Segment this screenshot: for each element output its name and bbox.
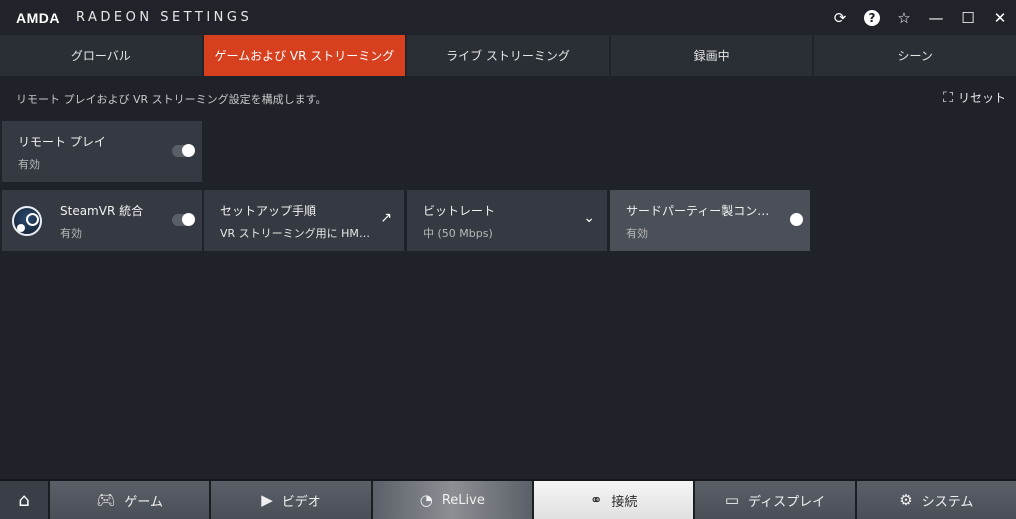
amd-logo: AMDA bbox=[16, 10, 60, 26]
app-title: RADEON SETTINGS bbox=[76, 10, 253, 25]
connect-icon: ⚭ bbox=[589, 491, 603, 509]
steamvr-label: SteamVR 統合 bbox=[60, 204, 144, 218]
reset-icon: ⛶ bbox=[943, 89, 953, 106]
steamvr-value: 有効 bbox=[60, 227, 82, 240]
title-bar: AMDA RADEON SETTINGS ⟳ ? ☆ — ☐ ✕ bbox=[0, 0, 1016, 35]
reset-button[interactable]: ⛶ リセット bbox=[943, 89, 1006, 106]
tab-gaming-vr-streaming[interactable]: ゲームおよび VR ストリーミング bbox=[203, 35, 406, 76]
nav-system-label: システム bbox=[921, 494, 974, 510]
remote-play-label: リモート プレイ bbox=[18, 135, 106, 149]
nav-system[interactable]: ⚙ システム bbox=[856, 481, 1016, 519]
third-party-label: サードパーティー製コントローラー… bbox=[626, 204, 774, 218]
chevron-down-icon: ⌄ bbox=[583, 210, 595, 226]
nav-display-label: ディスプレイ bbox=[748, 494, 826, 510]
bitrate-value: 中 (50 Mbps) bbox=[423, 227, 493, 240]
page-description: リモート プレイおよび VR ストリーミング設定を構成します。 bbox=[16, 93, 327, 106]
third-party-value: 有効 bbox=[626, 227, 648, 240]
play-icon: ▶ bbox=[261, 491, 273, 509]
remote-play-value: 有効 bbox=[18, 158, 40, 171]
update-icon[interactable]: ⟳ bbox=[824, 2, 856, 34]
nav-games-label: ゲーム bbox=[124, 494, 163, 510]
bitrate-label: ビットレート bbox=[423, 204, 496, 218]
nav-display[interactable]: ▭ ディスプレイ bbox=[695, 481, 855, 519]
nav-connect-label: 接続 bbox=[611, 494, 638, 510]
nav-video[interactable]: ▶ ビデオ bbox=[211, 481, 371, 519]
bottom-navigation: ⌂ 🎮︎ ゲーム ▶ ビデオ ◔ ReLive ⚭ 接続 ▭ ディスプレイ ⚙ … bbox=[0, 479, 1016, 519]
third-party-controller-card[interactable]: サードパーティー製コントローラー… 有効 bbox=[610, 190, 810, 251]
steamvr-toggle[interactable] bbox=[172, 213, 195, 226]
nav-relive-label: ReLive bbox=[441, 492, 485, 508]
close-icon[interactable]: ✕ bbox=[984, 2, 1016, 34]
nav-video-label: ビデオ bbox=[281, 494, 321, 510]
setup-value: VR ストリーミング用に HMD を… bbox=[220, 227, 370, 240]
relive-icon: ◔ bbox=[419, 491, 433, 509]
external-link-icon: ↗ bbox=[380, 210, 392, 226]
tab-live-streaming[interactable]: ライブ ストリーミング bbox=[407, 35, 609, 76]
gamepad-icon: 🎮︎ bbox=[96, 491, 116, 509]
bitrate-card[interactable]: ビットレート 中 (50 Mbps) ⌄ bbox=[407, 190, 607, 251]
tab-recording[interactable]: 録画中 bbox=[610, 35, 813, 76]
amd-logo-text: AMDA bbox=[16, 9, 60, 26]
nav-games[interactable]: 🎮︎ ゲーム bbox=[50, 481, 210, 519]
display-icon: ▭ bbox=[724, 491, 740, 509]
minimize-icon[interactable]: — bbox=[920, 2, 952, 34]
help-icon[interactable]: ? bbox=[856, 2, 888, 34]
steam-icon bbox=[12, 206, 42, 236]
settings-tabs: グローバル ゲームおよび VR ストリーミング ライブ ストリーミング 録画中 … bbox=[0, 35, 1016, 76]
tab-scene[interactable]: シーン bbox=[814, 35, 1016, 76]
tab-global[interactable]: グローバル bbox=[0, 35, 202, 76]
setup-label: セットアップ手順 bbox=[220, 204, 317, 218]
home-icon[interactable]: ⌂ bbox=[0, 481, 48, 519]
reset-label: リセット bbox=[957, 91, 1006, 105]
steamvr-card[interactable]: SteamVR 統合 有効 bbox=[2, 190, 202, 251]
system-gear-icon: ⚙ bbox=[899, 491, 913, 509]
remote-play-card[interactable]: リモート プレイ 有効 bbox=[2, 121, 202, 182]
maximize-icon[interactable]: ☐ bbox=[952, 2, 984, 34]
third-party-toggle[interactable] bbox=[780, 213, 803, 226]
remote-play-toggle[interactable] bbox=[172, 144, 195, 157]
favorite-star-icon[interactable]: ☆ bbox=[888, 2, 920, 34]
nav-relive[interactable]: ◔ ReLive bbox=[372, 481, 532, 519]
nav-connect[interactable]: ⚭ 接続 bbox=[533, 481, 694, 519]
setup-card[interactable]: セットアップ手順 VR ストリーミング用に HMD を… ↗ bbox=[204, 190, 404, 251]
